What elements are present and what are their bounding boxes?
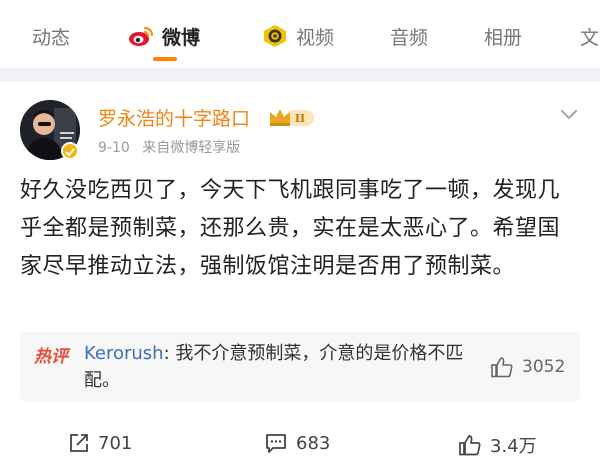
weibo-logo-icon [128,25,154,47]
like-button[interactable]: 3.4万 [458,432,537,458]
section-divider [0,68,600,82]
thumbs-up-icon [490,356,514,378]
comment-count: 683 [296,432,331,454]
tab-album[interactable]: 相册 [484,20,522,52]
like-count: 3.4万 [490,436,537,457]
tab-video[interactable]: 视频 [262,20,334,52]
action-bar: 701 683 3.4万 [0,418,600,474]
tab-audio-label: 音频 [390,26,429,49]
post-meta: 9-10 来自微博轻享版 [98,137,240,157]
tab-article-label: 文 [580,26,600,49]
repost-count: 701 [98,432,133,454]
tab-dynamic-label: 动态 [32,26,71,49]
hot-comment-user[interactable]: Kerorush [84,343,164,364]
verified-badge-icon [61,142,79,160]
hot-comment[interactable]: 热评 Kerorush: 我不介意预制菜，介意的是价格不匹配。 3052 [20,332,580,402]
hot-comment-tag: 热评 [34,347,68,367]
post-date: 9-10 [98,140,130,156]
hot-comment-like-button[interactable]: 3052 [490,356,565,378]
video-camera-icon [262,24,288,48]
tab-article[interactable]: 文 [580,20,599,52]
hot-comment-like-count: 3052 [522,357,566,377]
tab-dynamic[interactable]: 动态 [32,20,70,52]
tab-weibo[interactable]: 微博 [128,20,200,52]
profile-tabs: 动态 微博 视频 音频 相册 文 [0,0,600,68]
svg-text:II: II [295,112,305,125]
hot-comment-text: Kerorush: 我不介意预制菜，介意的是价格不匹配。 [84,340,474,394]
chevron-down-icon[interactable] [559,107,579,126]
author-name[interactable]: 罗永浩的十字路口 [98,104,250,131]
repost-button[interactable]: 701 [68,432,132,454]
tab-weibo-label: 微博 [162,26,201,49]
thumbs-up-icon [458,434,482,456]
repost-icon [68,432,90,454]
tab-audio[interactable]: 音频 [390,20,428,52]
comment-button[interactable]: 683 [264,432,330,454]
tab-video-label: 视频 [296,26,335,49]
comment-icon [264,432,288,454]
tab-album-label: 相册 [484,26,523,49]
member-crown-icon[interactable]: II [268,106,316,132]
post-source: 来自微博轻享版 [142,140,241,156]
post-text: 好久没吃西贝了，今天下飞机跟同事吃了一顿，发现几乎全都是预制菜，还那么贵，实在是… [20,178,561,279]
active-tab-indicator [153,57,177,61]
